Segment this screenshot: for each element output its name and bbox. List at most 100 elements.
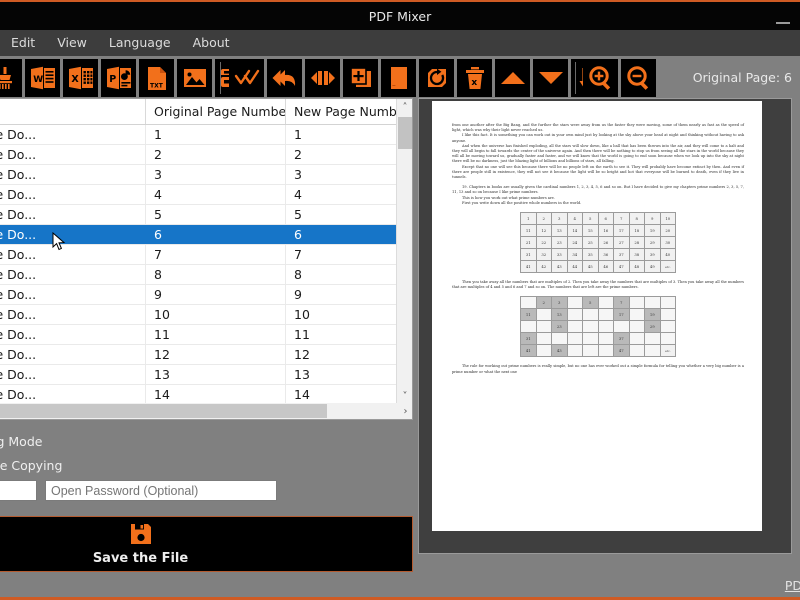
- number-grid-row: 41 43 47 etc.: [520, 344, 676, 358]
- number-grid-cell: 48: [628, 260, 645, 274]
- number-grid-cell: 18: [628, 224, 645, 238]
- original-page-status: Original Page: 6: [692, 70, 792, 85]
- clear-button[interactable]: [0, 59, 22, 97]
- table-cell-new: 13: [294, 367, 310, 382]
- menu-edit[interactable]: Edit: [0, 30, 46, 56]
- table-cell-new: 12: [294, 347, 310, 362]
- table-row[interactable]: ...us Incident Of The Do...55: [0, 205, 397, 225]
- number-grid-cell: [535, 308, 552, 322]
- table-cell-file: ...us Incident Of The Do...: [0, 305, 146, 324]
- table-vertical-scrollbar[interactable]: ˄ ˅: [396, 99, 412, 405]
- number-grid-row: 11 12 13 14 15 16 17 18 19 20: [520, 224, 676, 238]
- number-grid-row: 21 22 23 24 25 26 27 28 29 30: [520, 236, 676, 250]
- powerpoint-to-pdf-button[interactable]: P: [101, 59, 136, 97]
- table-row[interactable]: ...us Incident Of The Do...1313: [0, 365, 397, 385]
- powerpoint-doc-icon: P: [106, 66, 132, 90]
- table-cell-file: ...us Incident Of The Do...: [0, 345, 146, 364]
- pdf-preview-pane[interactable]: from one another after the Big Bang, and…: [418, 98, 792, 554]
- status-link[interactable]: PD: [785, 578, 800, 593]
- table-cell-original: 8: [146, 265, 286, 284]
- number-grid-row: 31 37: [520, 332, 676, 346]
- table-cell-file: ...us Incident Of The Do...: [0, 385, 146, 404]
- number-grid-row: 41 42 43 44 45 46 47 48 49 etc.: [520, 260, 676, 274]
- number-grid-cell: 32: [535, 248, 552, 262]
- number-grid-cell: 44: [566, 260, 583, 274]
- table-row[interactable]: ...us Incident Of The Do...99: [0, 285, 397, 305]
- table-cell-original: 5: [146, 205, 286, 224]
- scroll-up-arrow-icon[interactable]: ˄: [397, 99, 412, 116]
- horizontal-scroll-thumb[interactable]: [0, 404, 327, 418]
- table-row[interactable]: ...us Incident Of The Do...11: [0, 125, 397, 145]
- move-down-button[interactable]: [533, 59, 568, 97]
- number-grid-cell: 5: [582, 212, 599, 226]
- number-grid-cell: 11: [520, 308, 537, 322]
- number-grid-primes: 2 3 5 7 11 13 17 19 23 29 31 37 41 43 47 etc.: [520, 296, 676, 358]
- delete-page-button[interactable]: x: [457, 59, 492, 97]
- number-grid-cell: 5: [582, 296, 599, 310]
- table-row[interactable]: ...us Incident Of The Do...1111: [0, 325, 397, 345]
- select-all-button[interactable]: [229, 59, 264, 97]
- number-grid-cell: 7: [613, 212, 630, 226]
- menu-language[interactable]: Language: [98, 30, 182, 56]
- table-row[interactable]: ...us Incident Of The Do...22: [0, 145, 397, 165]
- table-cell-file: ...us Incident Of The Do...: [0, 325, 146, 344]
- table-row[interactable]: ...us Incident Of The Do...88: [0, 265, 397, 285]
- excel-to-pdf-button[interactable]: X: [63, 59, 98, 97]
- number-grid-cell: 21: [520, 236, 537, 250]
- open-password-input[interactable]: [45, 480, 277, 501]
- number-grid-cell: [520, 296, 537, 310]
- vertical-scroll-thumb[interactable]: [398, 117, 412, 149]
- menu-about[interactable]: About: [182, 30, 241, 56]
- page-table[interactable]: Original Page Number New Page Number ...…: [0, 99, 397, 419]
- preview-closing-text: The rule for working out prime numbers i…: [452, 364, 744, 374]
- word-to-pdf-button[interactable]: W: [25, 59, 60, 97]
- column-header-original-page[interactable]: Original Page Number: [146, 99, 286, 124]
- number-grid-cell: 6: [597, 212, 614, 226]
- table-row[interactable]: ...us Incident Of The Do...1414: [0, 385, 397, 405]
- number-grid-cell: 49: [644, 260, 661, 274]
- save-the-file-button[interactable]: Save the File: [0, 516, 413, 572]
- image-to-pdf-button[interactable]: [177, 59, 212, 97]
- page-table-body[interactable]: ...us Incident Of The Do...11...us Incid…: [0, 125, 397, 419]
- number-grid-row: 2357: [520, 296, 676, 310]
- text-to-pdf-button[interactable]: TXT: [139, 59, 174, 97]
- number-grid-cell: [582, 344, 599, 358]
- minimize-button[interactable]: [776, 18, 792, 28]
- number-grid-cell: [628, 320, 645, 334]
- number-grid-cell: [597, 320, 614, 334]
- column-header-new-page[interactable]: New Page Number: [286, 99, 397, 124]
- move-up-button[interactable]: [495, 59, 530, 97]
- table-row[interactable]: ...us Incident Of The Do...1212: [0, 345, 397, 365]
- menu-view[interactable]: View: [46, 30, 98, 56]
- scroll-right-arrow-icon[interactable]: ›: [397, 403, 412, 419]
- table-row[interactable]: ...us Incident Of The Do...44: [0, 185, 397, 205]
- column-header-file[interactable]: [0, 99, 146, 124]
- title-bar: PDF Mixer: [0, 0, 800, 30]
- table-row[interactable]: ...us Incident Of The Do...33: [0, 165, 397, 185]
- rotate-page-button[interactable]: [419, 59, 454, 97]
- zoom-out-button[interactable]: [621, 59, 656, 97]
- move-up-icon: [500, 70, 526, 86]
- pdf-mixer-window: PDF Mixer Edit View Language About W X P…: [0, 0, 800, 600]
- blank-page-button[interactable]: [381, 59, 416, 97]
- table-cell-new: 9: [294, 287, 302, 302]
- flip-horizontal-icon: [310, 68, 336, 88]
- number-grid-cell: 4: [566, 212, 583, 226]
- number-grid-cell: [535, 320, 552, 334]
- number-grid-row: 11 13 17 19: [520, 308, 676, 322]
- delete-page-icon: x: [464, 66, 486, 90]
- disable-copying-label: Disable Copying: [0, 458, 63, 473]
- table-cell-new: 14: [294, 387, 310, 402]
- owner-password-input[interactable]: [0, 480, 37, 501]
- table-cell-file: ...us Incident Of The Do...: [0, 205, 146, 224]
- undo-button[interactable]: [267, 59, 302, 97]
- number-grid-cell: 14: [566, 224, 583, 238]
- zoom-in-button[interactable]: [583, 59, 618, 97]
- disable-copying-option[interactable]: Disable Copying: [0, 458, 62, 473]
- table-horizontal-scrollbar[interactable]: ›: [0, 403, 412, 419]
- flip-page-button[interactable]: [305, 59, 340, 97]
- number-grid-cell: 3: [551, 212, 568, 226]
- table-row[interactable]: ...us Incident Of The Do...1010: [0, 305, 397, 325]
- drag-mode-option[interactable]: Drag Mode: [0, 434, 42, 449]
- insert-page-button[interactable]: [343, 59, 378, 97]
